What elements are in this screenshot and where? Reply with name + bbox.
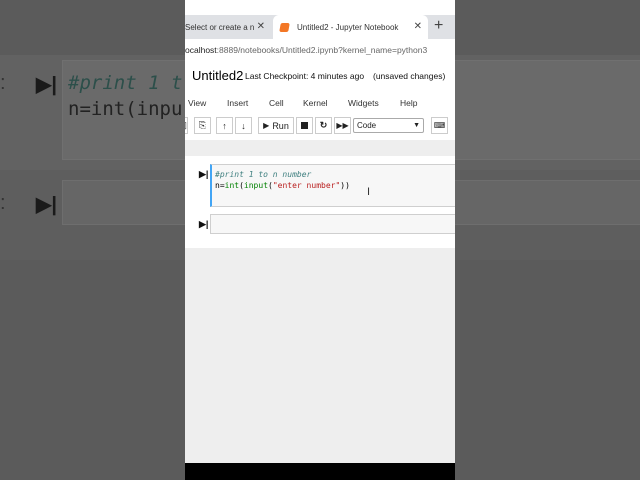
menu-insert[interactable]: Insert [227, 98, 248, 108]
paste-cell-button[interactable]: ⎘ [194, 117, 211, 134]
code-line: n=int(input("enter number")) [215, 181, 350, 190]
arrow-up-icon: ↑ [222, 120, 227, 131]
code-string: "enter number" [272, 181, 341, 190]
bottom-bar [185, 463, 455, 480]
arrow-down-icon: ↓ [241, 120, 246, 131]
code-cell[interactable]: ▶| #print 1 to n number n=int(input("ent… [185, 164, 455, 207]
fast-forward-icon: ▶▶ [336, 121, 349, 130]
menu-widgets[interactable]: Widgets [348, 98, 379, 108]
url-host: ocalhost [185, 45, 217, 55]
text-cursor-icon: I [367, 186, 371, 198]
address-bar[interactable]: ocalhost:8889/notebooks/Untitled2.ipynb?… [185, 39, 455, 61]
cell-type-value: Code [357, 121, 377, 130]
copy-cell-button[interactable]: ▯ [185, 117, 188, 134]
code-token: input [243, 181, 269, 190]
menu-help[interactable]: Help [400, 98, 417, 108]
run-cell-icon[interactable]: ▶| [199, 219, 208, 230]
run-label: Run [272, 120, 289, 131]
play-icon: ▶ [263, 121, 270, 130]
stop-icon [301, 122, 308, 129]
restart-icon: ↻ [319, 120, 328, 130]
move-down-button[interactable]: ↓ [235, 117, 252, 134]
code-token: )) [340, 181, 350, 190]
code-token: int [224, 181, 240, 190]
bg-step-icon: ▶| [36, 74, 57, 96]
paste-icon: ⎘ [198, 120, 207, 130]
code-token: n= [215, 181, 225, 190]
menu-kernel[interactable]: Kernel [303, 98, 328, 108]
keyboard-icon: ⌨ [433, 121, 446, 130]
interrupt-button[interactable] [296, 117, 313, 134]
browser-tab-inactive[interactable]: Select or create a n ✕ [185, 15, 271, 39]
new-tab-icon[interactable]: + [434, 17, 443, 35]
checkpoint-status: Last Checkpoint: 4 minutes ago [245, 71, 365, 81]
url-path: :8889/notebooks/Untitled2.ipynb?kernel_n… [216, 45, 428, 55]
unsaved-status: (unsaved changes) [373, 71, 446, 81]
restart-run-all-button[interactable]: ▶▶ [334, 117, 351, 134]
chevron-down-icon: ▼ [413, 122, 420, 129]
menu-bar: View Insert Cell Kernel Widgets Help [185, 94, 455, 112]
run-cell-icon[interactable]: ▶| [199, 169, 208, 180]
notebook-title[interactable]: Untitled2 [192, 68, 243, 83]
close-icon[interactable]: ✕ [257, 21, 265, 32]
menu-view[interactable]: View [188, 98, 206, 108]
bg-step-icon: ▶| [36, 194, 57, 216]
jupyter-favicon-icon [279, 22, 290, 32]
bg-code-comment: #print 1 t [68, 72, 183, 94]
browser-tab-strip: Select or create a n ✕ Untitled2 - Jupyt… [185, 15, 455, 39]
tab-label: Select or create a n [185, 22, 255, 32]
code-cell[interactable]: ▶| [185, 214, 455, 234]
video-frame: : : ▶| ▶| #print 1 t n=int(inpu Select o… [0, 0, 640, 480]
cell-input[interactable] [210, 214, 455, 234]
notebook-toolbar: ▯ ⎘ ↑ ↓ ▶Run ↻ ▶▶ Code ▼ ⌨ [185, 114, 455, 138]
bg-colon: : [0, 72, 6, 94]
restart-button[interactable]: ↻ [315, 117, 332, 134]
move-up-button[interactable]: ↑ [216, 117, 233, 134]
bg-colon: : [0, 192, 6, 214]
run-button[interactable]: ▶ Run [258, 117, 294, 134]
close-icon[interactable]: ✕ [414, 21, 422, 32]
cell-type-select[interactable]: Code ▼ [353, 118, 424, 133]
cell-input[interactable]: #print 1 to n number n=int(input("enter … [210, 164, 455, 207]
bg-code-line: n=int(inpu [68, 98, 183, 120]
menu-cell[interactable]: Cell [269, 98, 284, 108]
browser-tab-active[interactable]: Untitled2 - Jupyter Notebook ✕ [273, 15, 428, 39]
copy-icon: ▯ [185, 120, 187, 131]
code-comment: #print 1 to n number [215, 170, 312, 179]
header-divider [185, 140, 455, 150]
tab-label: Untitled2 - Jupyter Notebook [297, 22, 399, 32]
phone-screen: Select or create a n ✕ Untitled2 - Jupyt… [185, 0, 455, 480]
notebook-header: Untitled2 Last Checkpoint: 4 minutes ago… [185, 61, 455, 91]
command-palette-button[interactable]: ⌨ [431, 117, 448, 134]
